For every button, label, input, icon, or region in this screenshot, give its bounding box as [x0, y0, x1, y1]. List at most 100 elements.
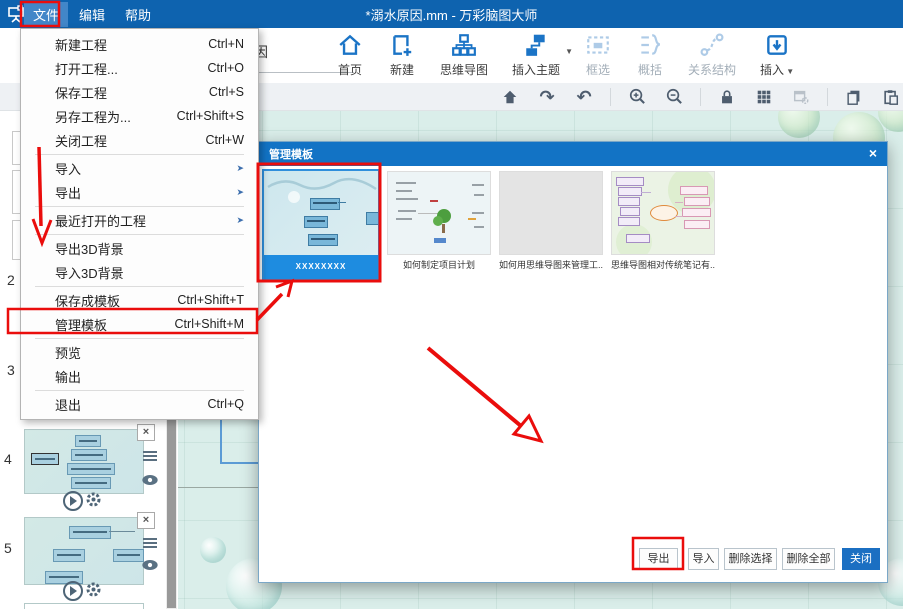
- summary-label: 概括: [638, 61, 662, 78]
- toolbar-separator: [610, 88, 611, 106]
- menu-separator: [35, 154, 244, 155]
- menu-item-output[interactable]: 输出: [21, 364, 258, 388]
- decor-bubble: [200, 537, 226, 563]
- menu-separator: [35, 286, 244, 287]
- slide-number: 4: [4, 451, 12, 467]
- copy-icon[interactable]: [843, 86, 865, 108]
- play-icon[interactable]: [63, 581, 83, 601]
- template-caption: 如何制定项目计划: [387, 255, 491, 275]
- template-card[interactable]: 如何制定项目计划: [387, 171, 491, 275]
- zoom-in-icon[interactable]: [626, 86, 648, 108]
- menu-help[interactable]: 帮助: [116, 2, 160, 27]
- new-label: 新建: [390, 61, 414, 78]
- dialog-close-icon[interactable]: ×: [869, 145, 877, 161]
- slide-menu-icon[interactable]: [143, 451, 157, 463]
- paste-icon[interactable]: [880, 86, 902, 108]
- menu-item-save-project[interactable]: 保存工程Ctrl+S: [21, 80, 258, 104]
- manage-templates-dialog: 管理模板 × XXXXXXXX: [258, 141, 888, 583]
- chevron-down-icon: ▼: [565, 47, 573, 56]
- home-label: 首页: [338, 61, 362, 78]
- slide-number: 5: [4, 540, 12, 556]
- eye-icon[interactable]: [141, 558, 159, 572]
- submenu-arrow-icon: ➤: [236, 187, 244, 198]
- delete-all-button[interactable]: 删除全部: [782, 548, 835, 570]
- undo-icon[interactable]: ↶: [573, 86, 595, 108]
- eye-icon[interactable]: [141, 473, 159, 487]
- marquee-select-label: 框选: [586, 61, 610, 78]
- slide-6-thumbnail[interactable]: [24, 603, 144, 609]
- insert-button[interactable]: 插入 ▼: [760, 31, 794, 78]
- template-card-selected[interactable]: XXXXXXXX: [262, 169, 380, 281]
- submenu-arrow-icon: ➤: [236, 163, 244, 174]
- app-window: 文件 编辑 帮助 *溺水原因.mm - 万彩脑图大师 因 首页 新建: [0, 0, 903, 609]
- insert-label: 插入 ▼: [760, 61, 794, 78]
- submenu-arrow-icon: ➤: [236, 215, 244, 226]
- new-button[interactable]: 新建: [388, 31, 416, 78]
- import-button[interactable]: 导入: [688, 548, 719, 570]
- home-icon[interactable]: [499, 86, 521, 108]
- slide-menu-icon[interactable]: [143, 538, 157, 550]
- menu-separator: [35, 206, 244, 207]
- menu-file[interactable]: 文件: [24, 2, 68, 27]
- gear-icon[interactable]: [85, 491, 102, 508]
- slide-4-thumbnail[interactable]: [24, 429, 144, 494]
- menu-item-save-as-template[interactable]: 保存成模板Ctrl+Shift+T: [21, 288, 258, 312]
- template-card[interactable]: 如何用思维导图来管理工...: [499, 171, 603, 275]
- zoom-out-icon[interactable]: [663, 86, 685, 108]
- menu-separator: [35, 338, 244, 339]
- grid-icon[interactable]: [753, 86, 775, 108]
- menu-item-export-3d-background[interactable]: 导出3D背景: [21, 236, 258, 260]
- mindmap-button[interactable]: 思维导图: [440, 31, 488, 78]
- template-card[interactable]: 思维导图相对传统笔记有...: [611, 171, 715, 275]
- page-settings-icon[interactable]: [790, 86, 812, 108]
- close-button[interactable]: 关闭: [842, 548, 880, 570]
- redo-icon[interactable]: ↷: [536, 86, 558, 108]
- slide-5-thumbnail[interactable]: [24, 517, 144, 585]
- summary-button[interactable]: 概括: [636, 31, 664, 78]
- menu-item-recent-projects[interactable]: 最近打开的工程➤: [21, 208, 258, 232]
- menu-item-open-project[interactable]: 打开工程...Ctrl+O: [21, 56, 258, 80]
- relation-icon: [698, 31, 726, 59]
- delete-selected-button[interactable]: 删除选择: [724, 548, 777, 570]
- toolbar-separator: [700, 88, 701, 106]
- menu-edit[interactable]: 编辑: [70, 2, 114, 27]
- toolbar-separator: [827, 88, 828, 106]
- dialog-titlebar: 管理模板 ×: [259, 142, 887, 166]
- relation-button[interactable]: 关系结构: [688, 31, 736, 78]
- menu-item-exit[interactable]: 退出Ctrl+Q: [21, 392, 258, 416]
- titlebar: 文件 编辑 帮助 *溺水原因.mm - 万彩脑图大师: [0, 0, 903, 28]
- home-icon: [336, 31, 364, 59]
- home-button[interactable]: 首页: [336, 31, 364, 78]
- close-slide-icon[interactable]: ×: [137, 424, 155, 441]
- insert-topic-button[interactable]: 插入主题 ▼: [512, 31, 560, 78]
- template-caption: 如何用思维导图来管理工...: [499, 255, 603, 275]
- new-document-icon: [388, 31, 416, 59]
- lock-icon[interactable]: [716, 86, 738, 108]
- close-slide-icon[interactable]: ×: [137, 512, 155, 529]
- export-button[interactable]: 导出: [639, 548, 678, 570]
- menu-item-import-3d-background[interactable]: 导入3D背景: [21, 260, 258, 284]
- play-icon[interactable]: [63, 491, 83, 511]
- menu-item-import[interactable]: 导入➤: [21, 156, 258, 180]
- file-menu-dropdown: 新建工程Ctrl+N 打开工程...Ctrl+O 保存工程Ctrl+S 另存工程…: [20, 28, 259, 420]
- menu-item-manage-templates[interactable]: 管理模板Ctrl+Shift+M: [21, 312, 258, 336]
- template-caption: XXXXXXXX: [264, 255, 378, 279]
- menu-item-new-project[interactable]: 新建工程Ctrl+N: [21, 32, 258, 56]
- menu-separator: [35, 390, 244, 391]
- menu-item-export[interactable]: 导出➤: [21, 180, 258, 204]
- marquee-select-button[interactable]: 框选: [584, 31, 612, 78]
- insert-icon: [763, 31, 791, 59]
- dialog-title: 管理模板: [259, 146, 313, 162]
- insert-topic-icon: [522, 31, 550, 59]
- template-caption: 思维导图相对传统笔记有...: [611, 255, 715, 275]
- gear-icon[interactable]: [85, 581, 102, 598]
- app-logo-icon: [6, 4, 26, 24]
- menu-item-close-project[interactable]: 关闭工程Ctrl+W: [21, 128, 258, 152]
- menu-item-preview[interactable]: 预览: [21, 340, 258, 364]
- menu-item-save-as[interactable]: 另存工程为...Ctrl+Shift+S: [21, 104, 258, 128]
- slide-number: 2: [7, 272, 15, 288]
- mindmap-icon: [450, 31, 478, 59]
- chevron-down-icon: ▼: [784, 67, 794, 76]
- relation-label: 关系结构: [688, 61, 736, 78]
- slide-number: 3: [7, 362, 15, 378]
